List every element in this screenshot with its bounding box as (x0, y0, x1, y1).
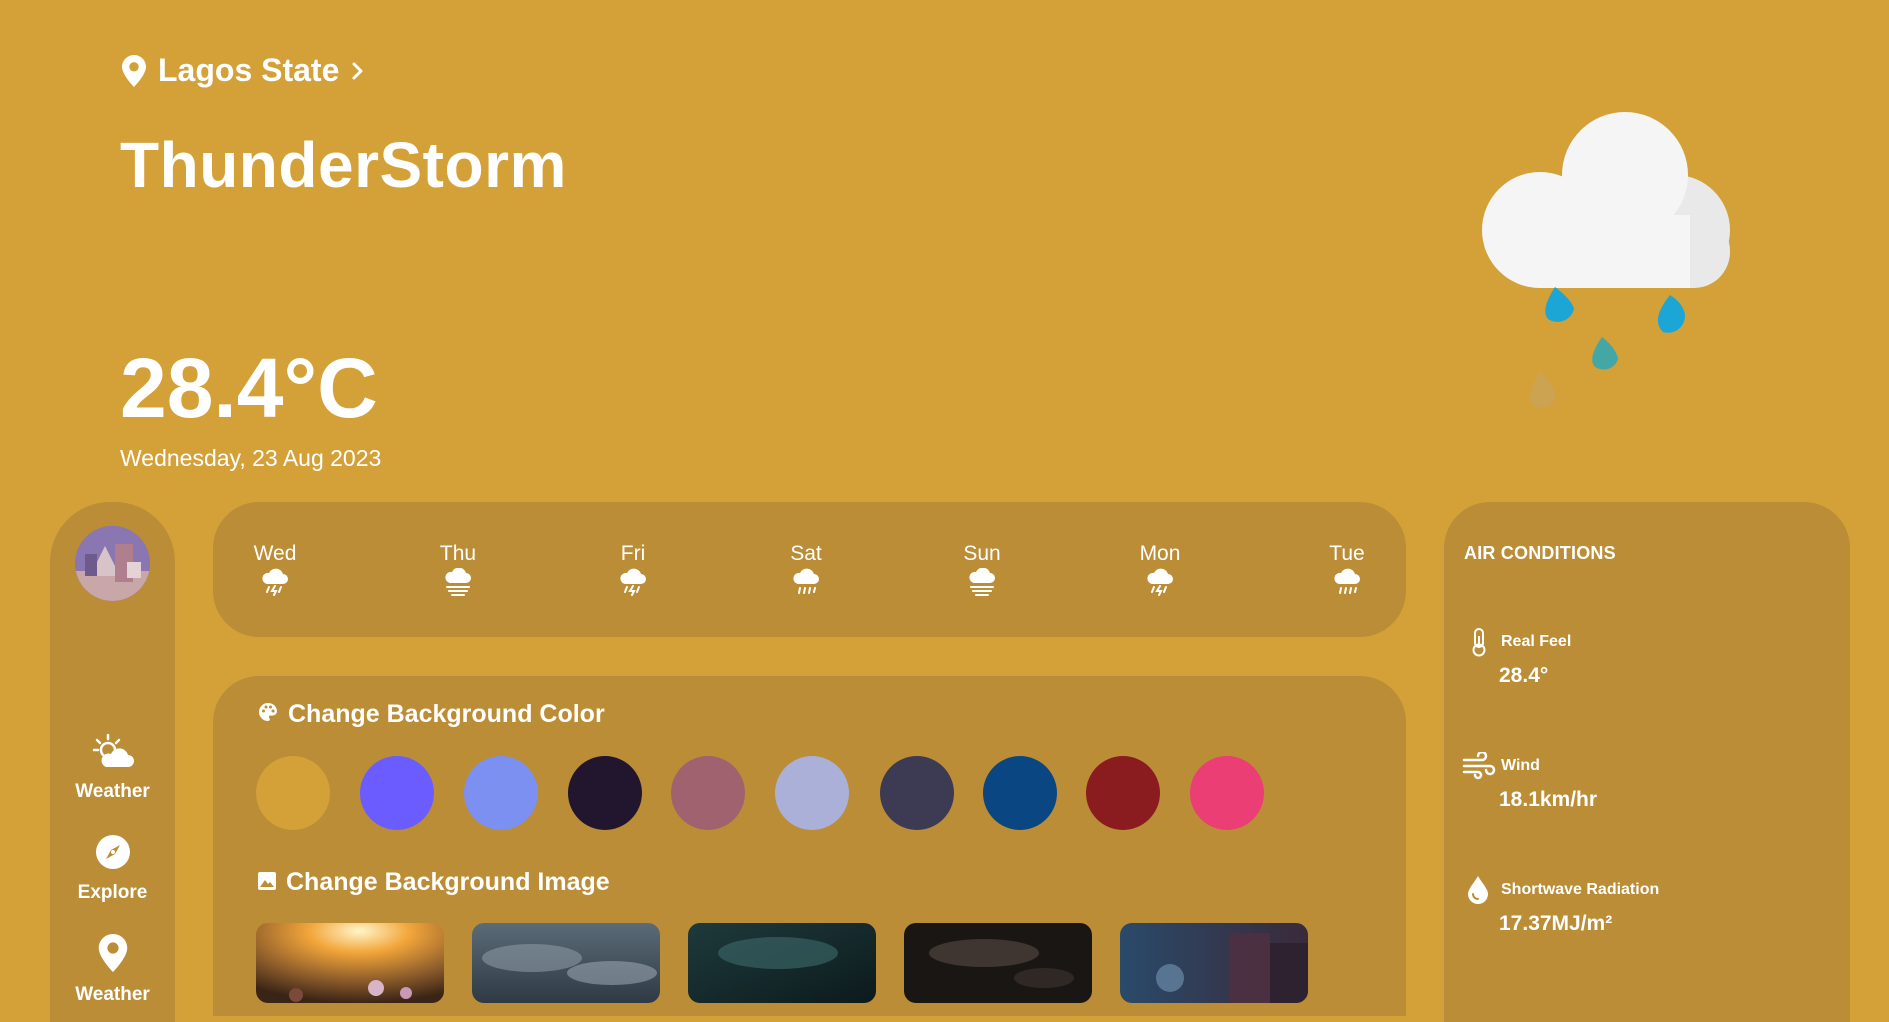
air-label: Real Feel (1501, 633, 1572, 650)
nav-explore[interactable]: Explore (50, 834, 175, 904)
forecast-day[interactable]: Sat (761, 542, 851, 602)
background-image-option[interactable] (256, 923, 444, 1003)
change-color-heading: Change Background Color (258, 700, 605, 729)
color-swatch[interactable] (256, 756, 330, 830)
air-conditions-title: AIR CONDITIONS (1464, 543, 1616, 563)
color-swatch[interactable] (568, 756, 642, 830)
change-image-heading: Change Background Image (258, 868, 610, 897)
weekly-forecast: Wed Thu Fri Sat Sun Mon Tue (213, 502, 1406, 637)
image-icon (258, 868, 276, 897)
air-value: 28.4° (1499, 664, 1549, 687)
color-swatch[interactable] (671, 756, 745, 830)
color-swatch[interactable] (464, 756, 538, 830)
forecast-day[interactable]: Wed (230, 542, 320, 602)
thunderstorm-icon (260, 566, 290, 602)
palette-icon (258, 700, 278, 729)
day-label: Sat (790, 542, 822, 565)
forecast-day[interactable]: Sun (937, 542, 1027, 602)
nav-label: Explore (77, 882, 148, 903)
air-value: 18.1km/hr (1499, 788, 1598, 811)
background-image-option[interactable] (472, 923, 660, 1003)
section-title: Change Background Image (286, 868, 610, 896)
forecast-day[interactable]: Tue (1302, 542, 1392, 602)
day-label: Sun (963, 542, 1001, 565)
air-label: Shortwave Radiation (1501, 881, 1660, 898)
droplet-icon (1466, 875, 1490, 910)
location-name: Lagos State (158, 52, 340, 88)
temperature: 28.4°C (120, 341, 378, 435)
day-label: Fri (620, 542, 646, 565)
rain-icon (1332, 566, 1362, 602)
thunderstorm-icon (1145, 566, 1175, 602)
thermometer-icon (1470, 627, 1488, 662)
forecast-day[interactable]: Fri (588, 542, 678, 602)
avatar[interactable] (75, 526, 150, 601)
fog-icon (967, 566, 997, 602)
air-value: 17.37MJ/m² (1499, 912, 1613, 935)
air-label: Wind (1501, 757, 1540, 774)
fog-icon (443, 566, 473, 602)
color-swatch[interactable] (360, 756, 434, 830)
color-swatch[interactable] (1086, 756, 1160, 830)
section-title: Change Background Color (288, 700, 605, 728)
nav-label: Weather (75, 984, 150, 1005)
forecast-day[interactable]: Thu (413, 542, 503, 602)
wind-icon (1462, 750, 1496, 785)
nav-weather[interactable]: Weather (50, 733, 175, 803)
color-swatch[interactable] (983, 756, 1057, 830)
background-image-option[interactable] (904, 923, 1092, 1003)
location-selector[interactable]: Lagos State (122, 52, 365, 89)
weather-condition: ThunderStorm (120, 129, 567, 201)
day-label: Wed (253, 542, 297, 565)
color-swatch[interactable] (880, 756, 954, 830)
background-image-option[interactable] (688, 923, 876, 1003)
forecast-day[interactable]: Mon (1115, 542, 1205, 602)
current-date: Wednesday, 23 Aug 2023 (120, 445, 382, 471)
day-label: Thu (439, 542, 477, 565)
sun-cloud-icon (92, 733, 134, 775)
background-image-option[interactable] (1120, 923, 1308, 1003)
map-pin-icon (98, 934, 128, 978)
day-label: Tue (1329, 542, 1365, 565)
rain-cloud-icon (1470, 105, 1760, 420)
rain-icon (791, 566, 821, 602)
compass-icon (95, 834, 131, 876)
thunderstorm-icon (618, 566, 648, 602)
map-pin-icon (122, 54, 146, 87)
nav-map[interactable]: Weather (50, 934, 175, 1006)
day-label: Mon (1139, 542, 1181, 565)
chevron-right-icon (351, 61, 365, 81)
nav-label: Weather (75, 781, 150, 802)
color-swatch[interactable] (775, 756, 849, 830)
color-swatch[interactable] (1190, 756, 1264, 830)
